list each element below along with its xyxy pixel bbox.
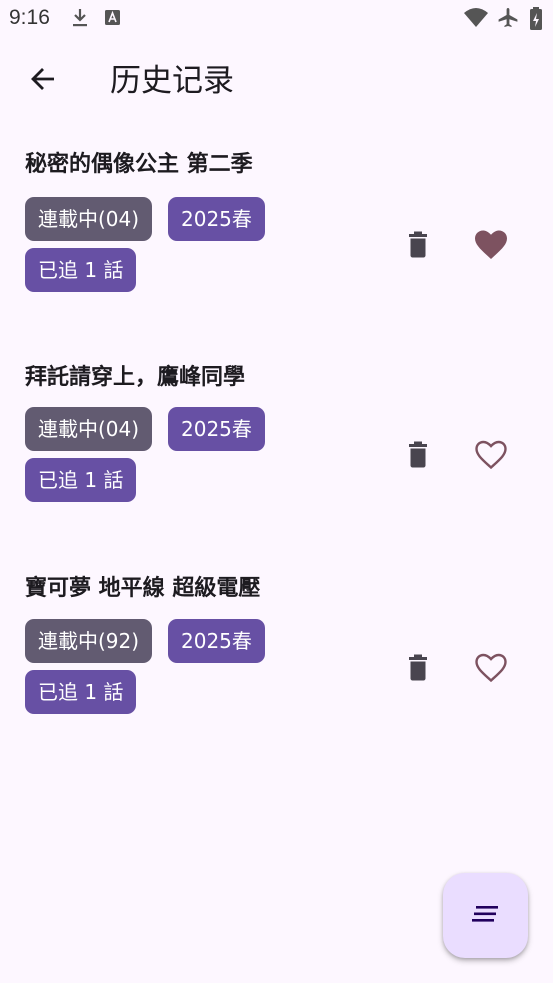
- status-chip: 連載中(04): [25, 197, 153, 241]
- back-button[interactable]: [20, 58, 66, 104]
- arrow-back-icon: [29, 65, 57, 97]
- status-bar: 9:16: [0, 0, 553, 38]
- status-chip: 連載中(04): [25, 407, 153, 451]
- sort-fab[interactable]: [443, 873, 528, 958]
- heart-outline-icon: [474, 653, 508, 687]
- delete-button[interactable]: [394, 223, 442, 271]
- list-item[interactable]: 秘密的偶像公主 第二季 連載中(04) 2025春 已追 1 話: [0, 150, 553, 330]
- status-time: 9:16: [9, 6, 50, 29]
- favorite-button[interactable]: [467, 223, 515, 271]
- season-chip: 2025春: [168, 407, 265, 451]
- sort-icon: [471, 904, 500, 928]
- heart-outline-icon: [474, 440, 508, 474]
- item-title: 寶可夢 地平線 超級電壓: [25, 576, 261, 601]
- trash-icon: [406, 231, 430, 263]
- item-title: 秘密的偶像公主 第二季: [25, 152, 253, 177]
- watched-chip: 已追 1 話: [25, 248, 137, 292]
- page-title: 历史记录: [110, 63, 234, 99]
- download-icon: [70, 6, 90, 34]
- list-item[interactable]: 寶可夢 地平線 超級電壓 連載中(92) 2025春 已追 1 話: [0, 574, 553, 754]
- delete-button[interactable]: [394, 646, 442, 694]
- wifi-icon: [463, 6, 489, 34]
- watched-chip: 已追 1 話: [25, 670, 137, 714]
- top-app-bar: 历史记录: [0, 52, 553, 112]
- battery-icon: [528, 6, 544, 36]
- status-chip: 連載中(92): [25, 619, 153, 663]
- season-chip: 2025春: [168, 197, 265, 241]
- list-item[interactable]: 拜託請穿上，鷹峰同學 連載中(04) 2025春 已追 1 話: [0, 363, 553, 543]
- trash-icon: [406, 441, 430, 473]
- trash-icon: [406, 654, 430, 686]
- airplane-icon: [496, 6, 520, 34]
- favorite-button[interactable]: [467, 646, 515, 694]
- heart-filled-icon: [474, 230, 508, 264]
- season-chip: 2025春: [168, 619, 265, 663]
- watched-chip: 已追 1 話: [25, 458, 137, 502]
- favorite-button[interactable]: [467, 433, 515, 481]
- item-title: 拜託請穿上，鷹峰同學: [25, 365, 246, 390]
- font-icon: [104, 6, 122, 34]
- delete-button[interactable]: [394, 433, 442, 481]
